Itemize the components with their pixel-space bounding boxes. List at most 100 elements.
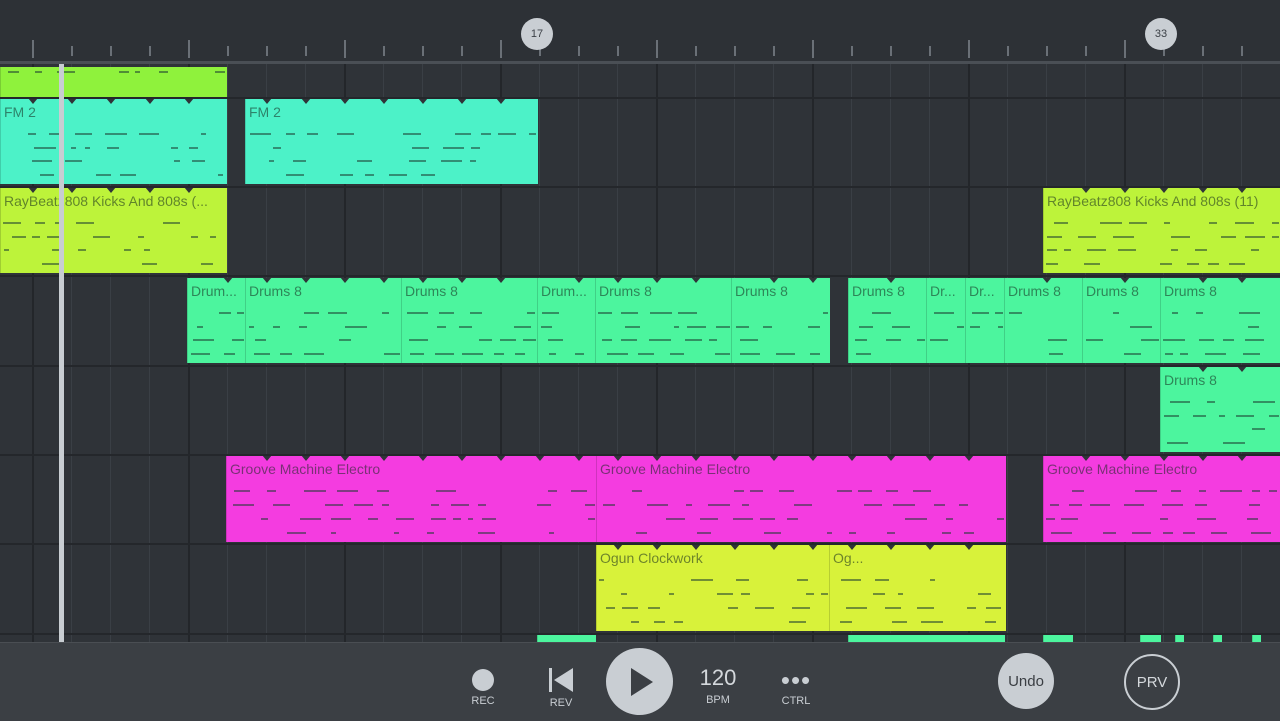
clip-drums8[interactable]: Drums 8 bbox=[1160, 278, 1280, 363]
clip-raybeatz-kicks[interactable]: RayBeatz808 Kicks And 808s (... bbox=[0, 188, 227, 273]
clip-name: RayBeatz808 Kicks And 808s (... bbox=[4, 193, 208, 209]
clip-name: Og... bbox=[833, 550, 864, 566]
timeline-ruler[interactable]: 17 33 bbox=[0, 0, 1280, 62]
clip-partial[interactable] bbox=[1252, 635, 1261, 642]
clip-drums8[interactable]: Drum... bbox=[187, 278, 246, 363]
undo-button[interactable]: Undo bbox=[998, 653, 1054, 709]
clip-notes bbox=[402, 308, 538, 357]
clip-name: Drums 8 bbox=[249, 283, 302, 299]
clip-notes bbox=[227, 486, 597, 536]
record-icon bbox=[472, 669, 494, 691]
clip-drums8[interactable]: Drums 8 bbox=[595, 278, 732, 363]
clip-notes bbox=[1161, 397, 1280, 446]
clip-name: Drums 8 bbox=[405, 283, 458, 299]
playhead[interactable] bbox=[59, 64, 64, 642]
clip-partial[interactable] bbox=[1043, 635, 1073, 642]
clip-fm2[interactable]: FM 2 bbox=[0, 99, 227, 184]
ruler-tick bbox=[32, 40, 34, 58]
clip-drums8[interactable]: Drums 8 bbox=[245, 278, 402, 363]
clip-name: FM 2 bbox=[249, 104, 281, 120]
clip-groove-machine-electro[interactable]: Groove Machine Electro bbox=[596, 456, 1006, 542]
play-icon bbox=[630, 667, 653, 696]
ruler-tick bbox=[305, 46, 307, 56]
clip-drums8[interactable]: Drums 8 bbox=[1004, 278, 1083, 363]
playlist-grid[interactable]: FM 2 FM 2 RayBeatz808 Kicks And 808s (..… bbox=[0, 64, 1280, 642]
clip-notes bbox=[1083, 308, 1161, 357]
clip-notes bbox=[1, 71, 227, 91]
ruler-tick bbox=[1085, 46, 1087, 56]
clip-drums8[interactable]: Drum... bbox=[537, 278, 596, 363]
ruler-tick bbox=[1202, 46, 1204, 56]
clip-name: RayBeatz808 Kicks And 808s (11) bbox=[1047, 193, 1259, 209]
ruler-tick bbox=[1124, 40, 1126, 58]
clip-drums8[interactable]: Drums 8 bbox=[401, 278, 538, 363]
ruler-tick bbox=[188, 40, 190, 58]
clip-groove-machine-electro[interactable]: Groove Machine Electro bbox=[226, 456, 597, 542]
clip-track1[interactable] bbox=[0, 67, 227, 97]
clip-notes bbox=[1044, 486, 1280, 536]
ruler-tick bbox=[929, 46, 931, 56]
clip-notes bbox=[1, 129, 227, 178]
clip-drums8[interactable]: Dr... bbox=[926, 278, 966, 363]
clip-partial[interactable] bbox=[1213, 635, 1222, 642]
ruler-tick bbox=[656, 40, 658, 58]
clip-notes bbox=[1005, 308, 1083, 357]
ruler-tick bbox=[71, 46, 73, 56]
clip-name: Ogun Clockwork bbox=[600, 550, 703, 566]
bar-marker-17[interactable]: 17 bbox=[521, 18, 553, 50]
ruler-tick bbox=[734, 46, 736, 56]
clip-drums8[interactable]: Drums 8 bbox=[1160, 367, 1280, 452]
record-button[interactable]: REC bbox=[460, 669, 506, 707]
play-button[interactable] bbox=[606, 648, 673, 715]
clip-notes bbox=[849, 308, 927, 357]
clip-notes bbox=[538, 308, 596, 357]
ruler-tick bbox=[578, 46, 580, 56]
rewind-button[interactable]: REV bbox=[538, 667, 584, 709]
clip-drums8[interactable]: Drums 8 bbox=[1082, 278, 1161, 363]
clip-partial[interactable] bbox=[848, 635, 1005, 642]
clip-name: Dr... bbox=[969, 283, 995, 299]
ruler-tick bbox=[1241, 46, 1243, 56]
clip-notes bbox=[246, 129, 538, 178]
clip-notes bbox=[597, 486, 1006, 536]
clip-drums8[interactable]: Dr... bbox=[965, 278, 1005, 363]
clip-raybeatz-kicks[interactable]: RayBeatz808 Kicks And 808s (11) bbox=[1043, 188, 1280, 273]
clip-name: Groove Machine Electro bbox=[230, 461, 381, 477]
ruler-tick bbox=[266, 46, 268, 56]
prv-button[interactable]: PRV bbox=[1124, 654, 1180, 710]
ruler-tick bbox=[422, 46, 424, 56]
clip-name: Groove Machine Electro bbox=[600, 461, 751, 477]
clip-name: Drums 8 bbox=[1008, 283, 1061, 299]
clip-groove-machine-electro[interactable]: Groove Machine Electro bbox=[1043, 456, 1280, 542]
ruler-tick bbox=[110, 46, 112, 56]
bpm-label: BPM bbox=[706, 694, 730, 706]
bar-marker-33[interactable]: 33 bbox=[1145, 18, 1177, 50]
ruler-tick bbox=[617, 46, 619, 56]
ctrl-button[interactable]: ••• CTRL bbox=[770, 667, 822, 707]
clip-partial[interactable] bbox=[1140, 635, 1161, 642]
clip-partial[interactable] bbox=[537, 635, 596, 642]
record-label: REC bbox=[471, 695, 495, 707]
clip-name: Drums 8 bbox=[735, 283, 788, 299]
clip-drums8[interactable]: Drums 8 bbox=[848, 278, 927, 363]
ruler-tick bbox=[1046, 46, 1048, 56]
clip-notes bbox=[597, 575, 830, 625]
tempo-control[interactable]: 120 BPM bbox=[692, 665, 744, 706]
clip-drums8[interactable]: Drums 8 bbox=[731, 278, 830, 363]
clip-ogun-clockwork[interactable]: Ogun Clockwork bbox=[596, 545, 830, 631]
clip-notes bbox=[732, 308, 830, 357]
clip-fm2[interactable]: FM 2 bbox=[245, 99, 538, 184]
ruler-tick bbox=[383, 46, 385, 56]
clip-notes bbox=[966, 308, 1005, 357]
ruler-tick bbox=[1007, 46, 1009, 56]
ruler-tick bbox=[149, 46, 151, 56]
clip-ogun-clockwork[interactable]: Og... bbox=[829, 545, 1006, 631]
ruler-tick bbox=[851, 46, 853, 56]
ruler-tick bbox=[812, 40, 814, 58]
skip-back-icon bbox=[549, 668, 573, 692]
clip-notes bbox=[927, 308, 966, 357]
clip-notes bbox=[1161, 308, 1280, 357]
clip-notes bbox=[1044, 218, 1280, 267]
clip-partial[interactable] bbox=[1175, 635, 1184, 642]
ruler-tick bbox=[968, 40, 970, 58]
